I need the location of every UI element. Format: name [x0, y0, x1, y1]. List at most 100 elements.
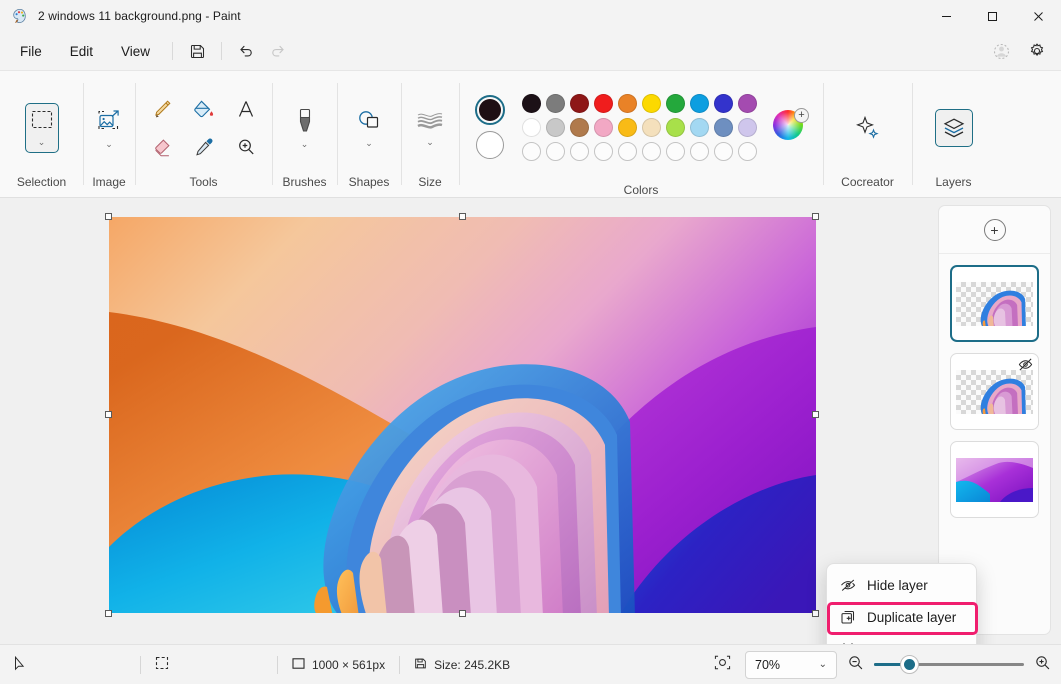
zoom-slider-knob[interactable] — [900, 655, 919, 674]
color-swatch-r3-c1[interactable] — [545, 141, 565, 161]
canvas-image[interactable] — [109, 217, 816, 613]
color-swatch-r2-c8[interactable] — [713, 117, 733, 137]
tools-grid — [142, 90, 266, 166]
color-swatch-r1-c6[interactable] — [665, 93, 685, 113]
minimize-button[interactable] — [923, 0, 969, 32]
color-wheel-icon[interactable]: + — [773, 108, 809, 144]
undo-icon[interactable] — [230, 36, 262, 66]
color-swatch-r1-c4[interactable] — [617, 93, 637, 113]
gear-icon[interactable] — [1021, 36, 1053, 66]
save-icon[interactable] — [181, 36, 213, 66]
selection-handle-n[interactable] — [459, 213, 466, 220]
color-swatch-r2-c6[interactable] — [665, 117, 685, 137]
canvas-area[interactable] — [0, 198, 938, 644]
ctx-hide-layer[interactable]: Hide layer — [831, 569, 972, 601]
zoom-slider[interactable] — [874, 655, 1024, 674]
menu-view[interactable]: View — [108, 38, 163, 65]
selection-handle-se[interactable] — [812, 610, 819, 617]
zoom-out-icon[interactable] — [847, 654, 864, 676]
eyedropper-icon[interactable] — [184, 128, 224, 166]
color-swatch-r3-c0[interactable] — [521, 141, 541, 161]
selection-handle-e[interactable] — [812, 411, 819, 418]
account-icon[interactable] — [985, 36, 1017, 66]
filesize-label: Size: 245.2KB — [434, 657, 511, 672]
color-swatch-r1-c2[interactable] — [569, 93, 589, 113]
selection-handle-nw[interactable] — [105, 213, 112, 220]
canvas-selection[interactable] — [105, 213, 819, 617]
layer-thumbnail-3[interactable] — [950, 441, 1039, 518]
status-cursor — [0, 645, 140, 684]
ctx-merge-down[interactable]: Merge down — [831, 633, 972, 644]
close-button[interactable] — [1015, 0, 1061, 32]
fit-to-window-icon[interactable] — [714, 654, 731, 676]
menu-edit[interactable]: Edit — [57, 38, 106, 65]
color-swatch-r1-c8[interactable] — [713, 93, 733, 113]
color-swatch-r1-c7[interactable] — [689, 93, 709, 113]
color-swatch-r1-c3[interactable] — [593, 93, 613, 113]
add-layer-button[interactable]: + — [983, 218, 1006, 241]
cursor-arrow-icon — [14, 655, 27, 674]
color-swatch-r3-c9[interactable] — [737, 141, 757, 161]
chevron-down-icon: ⌄ — [105, 138, 113, 149]
brushes-button[interactable]: ⌄ — [280, 104, 330, 152]
menu-file[interactable]: File — [7, 38, 55, 65]
layer-thumbnail-2[interactable] — [950, 353, 1039, 430]
cocreator-button[interactable] — [846, 111, 890, 145]
ribbon-group-shapes: ⌄ Shapes — [337, 71, 401, 197]
color-swatch-r2-c7[interactable] — [689, 117, 709, 137]
size-button[interactable]: ⌄ — [405, 106, 455, 150]
color-swatch-r2-c9[interactable] — [737, 117, 757, 137]
ribbon-label-brushes: Brushes — [282, 175, 327, 189]
menu-divider-1 — [172, 42, 174, 60]
add-color-icon[interactable]: + — [794, 108, 809, 123]
color-swatch-r3-c4[interactable] — [617, 141, 637, 161]
color-swatch-r3-c6[interactable] — [665, 141, 685, 161]
eraser-icon[interactable] — [142, 128, 182, 166]
ribbon-label-image: Image — [92, 175, 126, 189]
ribbon-label-shapes: Shapes — [348, 175, 390, 189]
color-swatch-r3-c7[interactable] — [689, 141, 709, 161]
redo-icon[interactable] — [262, 36, 294, 66]
color-swatch-r2-c1[interactable] — [545, 117, 565, 137]
secondary-color-button[interactable] — [476, 131, 504, 159]
zoom-in-icon[interactable] — [1034, 654, 1051, 676]
color-swatch-r2-c4[interactable] — [617, 117, 637, 137]
shapes-button[interactable]: ⌄ — [344, 105, 394, 151]
save-disk-icon — [414, 657, 427, 673]
color-swatch-r3-c3[interactable] — [593, 141, 613, 161]
color-swatch-r1-c1[interactable] — [545, 93, 565, 113]
color-swatch-r2-c3[interactable] — [593, 117, 613, 137]
magnifier-icon[interactable] — [226, 128, 266, 166]
ribbon-group-cocreator: Cocreator — [823, 71, 912, 197]
selection-handle-w[interactable] — [105, 411, 112, 418]
selection-handle-ne[interactable] — [812, 213, 819, 220]
status-dimensions: 1000 × 561px — [278, 645, 399, 684]
layer-thumbnail-1[interactable] — [950, 265, 1039, 342]
selection-handle-s[interactable] — [459, 610, 466, 617]
color-swatch-r2-c5[interactable] — [641, 117, 661, 137]
selection-handle-sw[interactable] — [105, 610, 112, 617]
maximize-button[interactable] — [969, 0, 1015, 32]
color-swatch-r2-c2[interactable] — [569, 117, 589, 137]
primary-color-button[interactable] — [475, 95, 505, 125]
color-swatch-r2-c0[interactable] — [521, 117, 541, 137]
color-swatch-r3-c5[interactable] — [641, 141, 661, 161]
image-tool-button[interactable]: ⌄ — [84, 105, 134, 152]
pencil-icon[interactable] — [142, 90, 182, 128]
color-swatch-grid — [519, 91, 759, 163]
ctx-merge-down-label: Merge down — [867, 642, 941, 645]
layers-button[interactable] — [934, 109, 973, 147]
text-icon[interactable] — [226, 90, 266, 128]
eye-off-icon[interactable] — [1018, 357, 1033, 377]
color-swatch-r1-c0[interactable] — [521, 93, 541, 113]
color-swatch-r1-c9[interactable] — [737, 93, 757, 113]
color-swatch-r1-c5[interactable] — [641, 93, 661, 113]
zoom-level-select[interactable]: 70% ⌄ — [745, 650, 837, 679]
selection-tool-button[interactable]: ⌄ — [24, 103, 59, 153]
fill-bucket-icon[interactable] — [184, 90, 224, 128]
color-swatch-r3-c2[interactable] — [569, 141, 589, 161]
color-swatch-r3-c8[interactable] — [713, 141, 733, 161]
ctx-duplicate-layer[interactable]: Duplicate layer — [831, 601, 972, 633]
layers-list — [939, 254, 1050, 518]
eye-off-icon — [839, 577, 857, 593]
